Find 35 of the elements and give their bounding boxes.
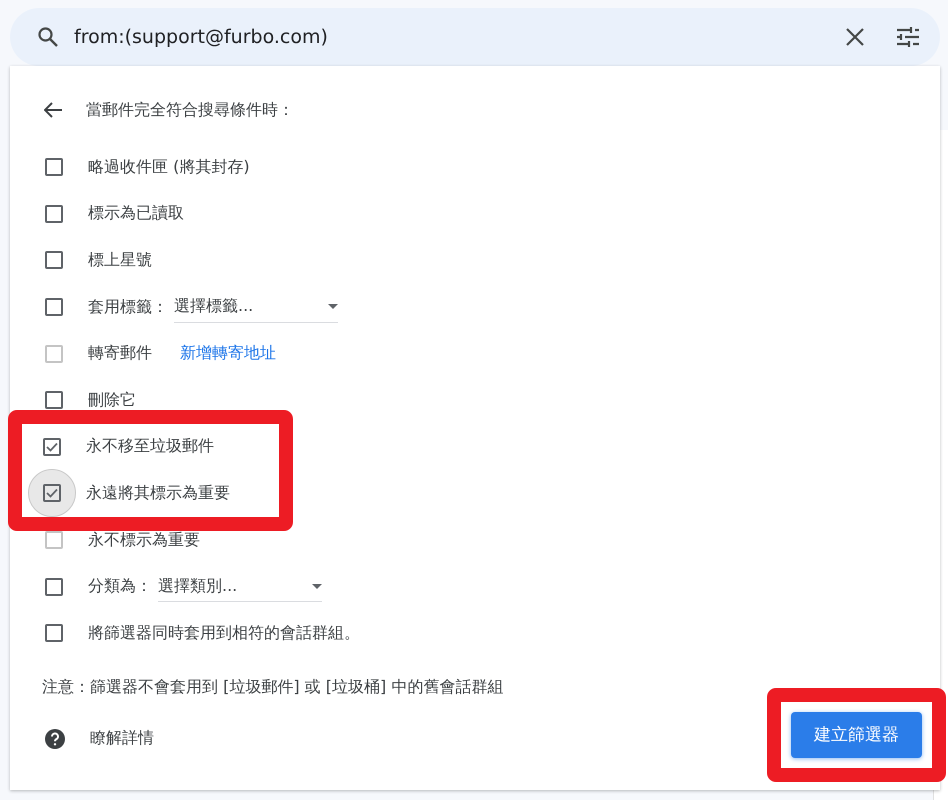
option-label: 刪除它 (88, 390, 136, 411)
checkbox[interactable] (43, 484, 61, 502)
caret-icon (328, 304, 338, 310)
close-icon[interactable] (846, 28, 864, 46)
checkbox[interactable] (45, 578, 63, 596)
option-label: 永遠將其標示為重要 (86, 482, 230, 504)
help-icon[interactable] (44, 728, 66, 750)
checkbox[interactable] (43, 438, 61, 456)
select-dropdown[interactable]: 選擇類別... (158, 571, 322, 602)
search-field[interactable]: from:(support@furbo.com) (74, 26, 832, 48)
note-text: 注意：篩選器不會套用到 [垃圾郵件] 或 [垃圾桶] 中的舊會話群組 (41, 676, 504, 698)
option-label: 分類為： (88, 576, 152, 598)
checkbox[interactable] (45, 251, 63, 270)
caret-icon (312, 584, 322, 589)
select-dropdown[interactable]: 選擇標籤... (174, 292, 338, 323)
create-filter-button[interactable]: 建立篩選器 (791, 712, 922, 758)
dialog-heading: 當郵件完全符合搜尋條件時： (86, 100, 294, 120)
option-label: 永不移至垃圾郵件 (86, 436, 214, 458)
checkbox[interactable] (45, 391, 63, 410)
option-label: 將篩選器同時套用到相符的會話群組。 (88, 622, 360, 644)
option-label: 轉寄郵件 (88, 343, 152, 364)
option-label: 略過收件匣 (將其封存) (88, 156, 250, 178)
search-icon[interactable] (36, 25, 60, 49)
option-label: 永不標示為重要 (88, 530, 200, 551)
option-label: 標上星號 (88, 250, 152, 271)
search-bar[interactable]: from:(support@furbo.com) (10, 8, 940, 66)
learn-more-link[interactable]: 瞭解詳情 (90, 728, 154, 750)
checkbox[interactable] (45, 624, 63, 642)
option-label: 標示為已讀取 (88, 203, 184, 224)
checkbox[interactable] (45, 158, 63, 176)
option-label: 套用標籤： (88, 296, 168, 318)
filter-options-icon[interactable] (896, 26, 920, 48)
checkbox[interactable] (45, 204, 63, 223)
checkbox[interactable] (45, 298, 63, 316)
back-arrow-icon[interactable] (44, 102, 62, 118)
